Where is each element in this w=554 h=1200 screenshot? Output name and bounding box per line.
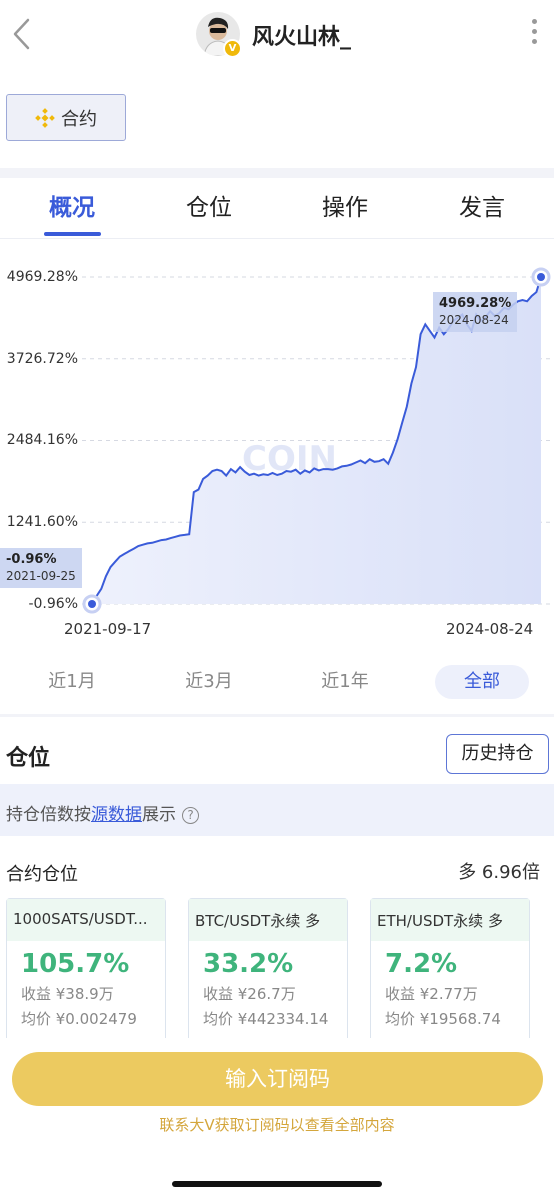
back-button[interactable] (6, 14, 40, 54)
tab-positions[interactable]: 仓位 (169, 188, 249, 222)
source-data-link[interactable]: 源数据 (91, 805, 142, 825)
x-tick-label: 2024-08-24 (446, 620, 534, 638)
contract-filter-label: 合约 (61, 108, 97, 130)
range-1-year[interactable]: 近1年 (298, 665, 392, 699)
position-profit: 收益 ¥2.77万 (385, 985, 478, 1003)
y-tick-label: -0.96% (28, 596, 78, 612)
active-tab-indicator (44, 232, 101, 236)
position-card[interactable]: BTC/USDT永续 多 33.2% 收益 ¥26.7万 均价 ¥442334.… (188, 898, 348, 1038)
end-point-tooltip: 4969.28% 2024-08-24 (433, 292, 518, 332)
y-tick-label: 3726.72% (6, 351, 78, 367)
performance-chart[interactable]: COIN 4969.28% 3726.72% 2484.16% 1241.60%… (0, 240, 554, 650)
data-point (88, 600, 96, 608)
position-avg-price: 均价 ¥0.002479 (21, 1010, 137, 1028)
y-tick-label: 4969.28% (6, 269, 78, 285)
range-1-month[interactable]: 近1月 (25, 665, 119, 699)
position-profit: 收益 ¥38.9万 (21, 985, 114, 1003)
positions-title: 仓位 (6, 746, 51, 771)
leverage-value: 多 6.96倍 (458, 862, 540, 883)
position-percent: 105.7% (21, 949, 130, 979)
start-date: 2021-09-25 (6, 569, 76, 583)
position-avg-price: 均价 ¥19568.74 (385, 1010, 501, 1028)
start-value: -0.96% (6, 552, 57, 567)
y-tick-label: 1241.60% (6, 514, 78, 530)
verified-badge: V (223, 39, 242, 58)
chevron-left-icon (13, 18, 30, 50)
contract-filter-button[interactable]: 合约 (6, 94, 126, 141)
position-card[interactable]: ETH/USDT永续 多 7.2% 收益 ¥2.77万 均价 ¥19568.74 (370, 898, 530, 1038)
tab-overview[interactable]: 概况 (32, 188, 112, 222)
end-value: 4969.28% (439, 296, 512, 311)
position-symbol: ETH/USDT永续 多 (371, 899, 529, 941)
vertical-dots-icon (526, 19, 542, 44)
range-3-months[interactable]: 近3月 (162, 665, 256, 699)
section-divider (0, 168, 554, 178)
contract-positions-label: 合约仓位 (6, 864, 78, 885)
data-point (537, 273, 545, 281)
position-avg-price: 均价 ¥442334.14 (203, 1010, 329, 1028)
range-all[interactable]: 全部 (435, 665, 529, 699)
username: 风火山林_ (252, 25, 352, 50)
end-date: 2024-08-24 (439, 313, 509, 327)
subscription-hint: 联系大V获取订阅码以查看全部内容 (159, 1116, 395, 1134)
position-symbol: BTC/USDT永续 多 (189, 899, 347, 941)
tab-operations[interactable]: 操作 (305, 188, 385, 222)
leverage-notice: 持仓倍数按源数据展示? (0, 784, 554, 836)
time-range-selector: 近1月 近3月 近1年 全部 (0, 665, 554, 701)
binance-logo-icon (35, 107, 55, 128)
enter-subscription-code-button[interactable]: 输入订阅码 (12, 1052, 543, 1106)
position-profit: 收益 ¥26.7万 (203, 985, 296, 1003)
history-positions-button[interactable]: 历史持仓 (446, 734, 549, 774)
y-tick-label: 2484.16% (6, 432, 78, 448)
position-percent: 33.2% (203, 949, 294, 979)
tab-bar: 概况 仓位 操作 发言 (0, 188, 554, 238)
tab-posts[interactable]: 发言 (442, 188, 522, 222)
x-tick-label: 2021-09-17 (64, 620, 152, 638)
start-point-tooltip: -0.96% 2021-09-25 (0, 548, 82, 588)
position-card[interactable]: 1000SATS/USDT... 105.7% 收益 ¥38.9万 均价 ¥0.… (6, 898, 166, 1038)
home-indicator (172, 1181, 382, 1187)
position-percent: 7.2% (385, 949, 458, 979)
question-circle-icon[interactable]: ? (182, 807, 199, 824)
top-bar: V 风火山林_ (0, 0, 554, 70)
more-options-button[interactable] (526, 16, 542, 52)
position-cards: 1000SATS/USDT... 105.7% 收益 ¥38.9万 均价 ¥0.… (0, 898, 554, 1038)
position-symbol: 1000SATS/USDT... (7, 899, 165, 941)
